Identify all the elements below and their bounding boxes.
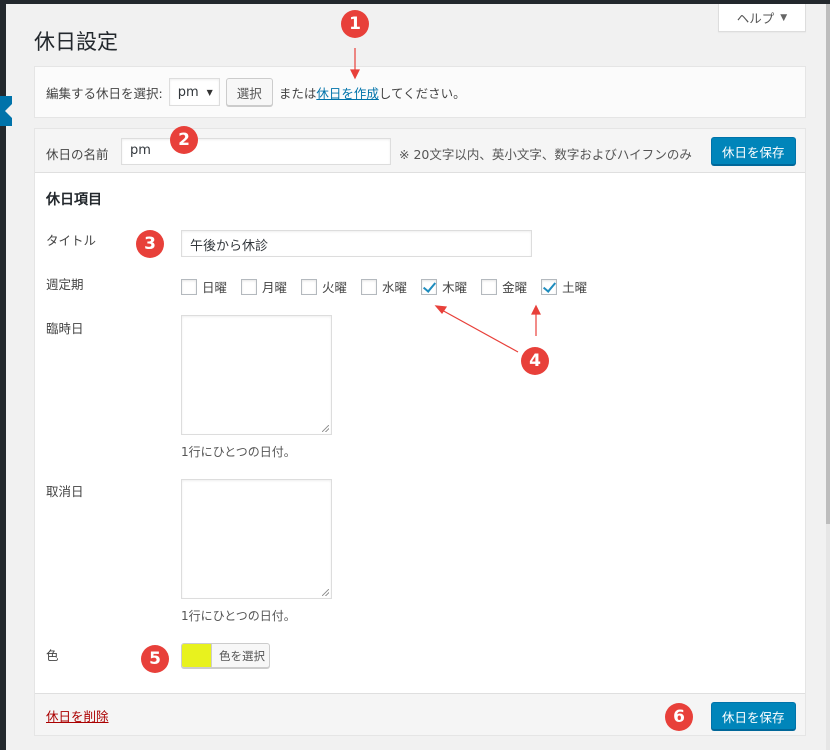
color-label: 色 [46, 648, 59, 663]
weekday-thu[interactable]: 木曜 [421, 277, 467, 296]
page-title: 休日設定 [34, 30, 118, 54]
section-title: 休日項目 [46, 192, 102, 208]
create-holiday-link[interactable]: 休日を作成 [316, 86, 379, 101]
temporary-days-label: 臨時日 [46, 321, 84, 336]
checkbox[interactable] [481, 278, 498, 295]
weekday-tue[interactable]: 火曜 [301, 277, 347, 296]
cancel-days-hint: 1行にひとつの日付。 [181, 609, 296, 623]
holiday-name-label: 休日の名前 [46, 147, 109, 162]
temporary-days-textarea[interactable] [181, 315, 332, 435]
checkbox[interactable] [301, 278, 318, 295]
checkbox[interactable] [421, 278, 438, 295]
annotation-badge-1: 1 [341, 10, 369, 38]
holiday-select[interactable]: pm ▼ [168, 78, 220, 106]
save-holiday-button-bottom[interactable]: 休日を保存 [711, 702, 796, 730]
temporary-days-hint: 1行にひとつの日付。 [181, 445, 296, 459]
title-input[interactable]: 午後から休診 [181, 230, 532, 257]
save-holiday-button-top[interactable]: 休日を保存 [711, 137, 796, 165]
title-label: タイトル [46, 233, 97, 248]
weekday-mon[interactable]: 月曜 [241, 277, 287, 296]
weekday-sat[interactable]: 土曜 [541, 277, 587, 296]
holiday-select-value: pm [177, 84, 199, 100]
cancel-days-label: 取消日 [46, 484, 84, 499]
holiday-name-hint: ※ 20文字以内、英小文字、数字およびハイフンのみ [399, 147, 692, 162]
weekday-checkboxes: 日曜 月曜 火曜 水曜 木曜 金曜 土曜 [181, 277, 601, 296]
or-text: または休日を作成してください。 [278, 85, 466, 101]
color-picker-label: 色を選択 [219, 648, 265, 663]
caret-down-icon: ▼ [780, 12, 788, 23]
annotation-badge-6: 6 [665, 703, 693, 731]
scrollbar-thumb[interactable] [826, 4, 830, 524]
holiday-selector-bar: 編集する休日を選択: pm ▼ 選択 または休日を作成してください。 [34, 66, 806, 118]
annotation-badge-5: 5 [141, 645, 169, 673]
help-label: ヘルプ [736, 11, 775, 26]
weekly-label: 週定期 [46, 277, 84, 292]
color-picker-button[interactable]: 色を選択 [181, 643, 270, 668]
checkbox[interactable] [181, 278, 197, 295]
checkbox[interactable] [241, 278, 258, 295]
holiday-name-input[interactable]: pm [121, 138, 391, 165]
annotation-badge-4: 4 [521, 347, 549, 375]
weekday-fri[interactable]: 金曜 [481, 277, 527, 296]
editor-header: 休日の名前 pm ※ 20文字以内、英小文字、数字およびハイフンのみ 休日を保存 [35, 129, 805, 173]
color-swatch [182, 644, 212, 667]
admin-top-bar [0, 0, 830, 4]
admin-menu-current-indicator[interactable] [0, 96, 12, 126]
weekday-sun[interactable]: 日曜 [181, 277, 227, 296]
cancel-days-textarea[interactable] [181, 479, 332, 599]
checkbox[interactable] [541, 278, 558, 295]
delete-holiday-link[interactable]: 休日を削除 [46, 706, 109, 725]
select-holiday-label: 編集する休日を選択: [46, 85, 163, 101]
dropdown-arrow-icon: ▼ [206, 87, 213, 97]
annotation-badge-2: 2 [170, 126, 198, 154]
select-button[interactable]: 選択 [225, 78, 273, 106]
help-tab-button[interactable]: ヘルプ ▼ [718, 4, 806, 32]
checkbox[interactable] [361, 278, 378, 295]
weekday-wed[interactable]: 水曜 [361, 277, 407, 296]
annotation-badge-3: 3 [136, 230, 164, 258]
